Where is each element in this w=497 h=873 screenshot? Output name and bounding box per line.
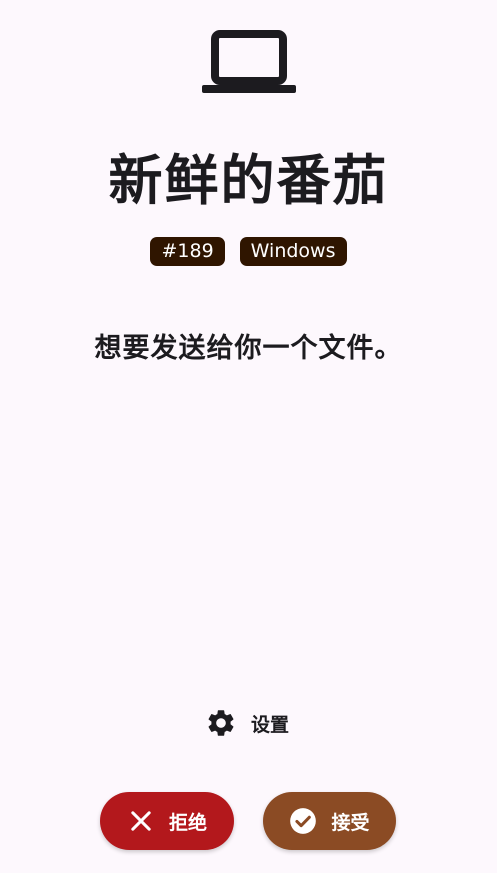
gear-icon	[208, 710, 234, 736]
sender-badges: #189 Windows	[0, 237, 497, 266]
decline-button[interactable]: 拒绝	[100, 792, 234, 850]
decline-label: 拒绝	[168, 811, 207, 834]
transfer-message: 想要发送给你一个文件。	[94, 333, 403, 364]
laptop-icon	[202, 30, 296, 93]
accept-label: 接受	[331, 811, 370, 834]
sender-device-name: 新鲜的番茄	[108, 149, 389, 212]
close-icon	[131, 811, 151, 831]
device-id-badge: #189	[150, 237, 225, 266]
device-os-badge: Windows	[239, 237, 347, 266]
settings-label: 设置	[251, 713, 290, 736]
accept-button[interactable]: 接受	[263, 792, 396, 850]
settings-button[interactable]: 设置	[205, 705, 289, 741]
check-circle-icon	[290, 808, 317, 834]
